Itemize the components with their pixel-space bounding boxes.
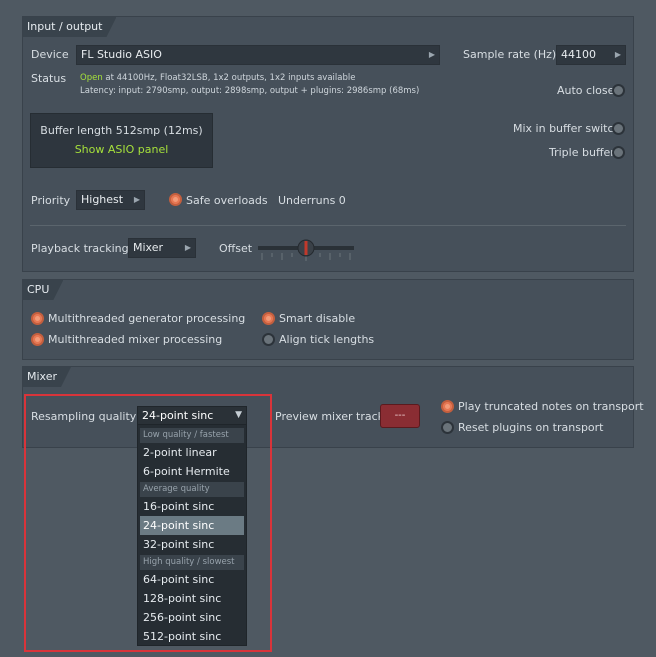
io-divider xyxy=(30,225,626,226)
sample-rate-value: 44100 xyxy=(561,48,596,61)
device-value: FL Studio ASIO xyxy=(81,48,162,61)
chevron-right-icon: ▶ xyxy=(184,243,191,252)
playback-tracking-value: Mixer xyxy=(133,241,164,254)
sample-rate-label: Sample rate (Hz) xyxy=(463,48,557,61)
preview-mixer-track-label: Preview mixer track xyxy=(275,410,385,423)
chevron-right-icon: ▶ xyxy=(428,50,435,59)
status-open: Open xyxy=(80,73,103,83)
status-line-1: Open at 44100Hz, Float32LSB, 1x2 outputs… xyxy=(80,73,355,83)
section-title-mixer: Mixer xyxy=(23,367,71,387)
mt-generator-label: Multithreaded generator processing xyxy=(48,312,246,325)
reset-plugins-label: Reset plugins on transport xyxy=(458,421,604,434)
asio-button-panel[interactable]: Buffer length 512smp (12ms) Show ASIO pa… xyxy=(30,113,213,168)
sample-rate-select[interactable]: 44100 ▶ xyxy=(556,45,626,65)
show-asio-panel-button[interactable]: Show ASIO panel xyxy=(31,143,212,156)
mix-in-buffer-label: Mix in buffer switch xyxy=(513,122,621,135)
offset-label: Offset xyxy=(219,242,253,255)
auto-close-label: Auto close xyxy=(557,84,615,97)
mix-in-buffer-radio[interactable] xyxy=(612,122,625,135)
play-truncated-radio[interactable] xyxy=(441,400,454,413)
smart-disable-label: Smart disable xyxy=(279,312,356,325)
play-truncated-label: Play truncated notes on transport xyxy=(458,400,644,413)
priority-value: Highest xyxy=(81,193,124,206)
preview-mixer-track-button[interactable]: --- xyxy=(380,404,420,428)
mt-mixer-label: Multithreaded mixer processing xyxy=(48,333,223,346)
device-select[interactable]: FL Studio ASIO ▶ xyxy=(76,45,440,65)
underruns-label: Underruns 0 xyxy=(278,194,346,207)
status-line-2: Latency: input: 2790smp, output: 2898smp… xyxy=(80,86,420,96)
safe-overloads-radio[interactable] xyxy=(169,193,182,206)
playback-tracking-select[interactable]: Mixer ▶ xyxy=(128,238,196,258)
align-tick-label: Align tick lengths xyxy=(279,333,375,346)
triple-buffer-radio[interactable] xyxy=(612,146,625,159)
playback-tracking-label: Playback tracking xyxy=(31,242,129,255)
priority-label: Priority xyxy=(31,194,71,207)
chevron-right-icon: ▶ xyxy=(614,50,621,59)
status-label: Status xyxy=(31,72,67,85)
section-title-cpu: CPU xyxy=(23,280,63,300)
smart-disable-radio[interactable] xyxy=(262,312,275,325)
align-tick-radio[interactable] xyxy=(262,333,275,346)
reset-plugins-radio[interactable] xyxy=(441,421,454,434)
offset-slider[interactable] xyxy=(258,236,354,264)
auto-close-radio[interactable] xyxy=(612,84,625,97)
device-label: Device xyxy=(31,48,69,61)
triple-buffer-label: Triple buffer xyxy=(549,146,615,159)
offset-slider-graphic xyxy=(258,239,354,261)
mt-mixer-radio[interactable] xyxy=(31,333,44,346)
mt-generator-radio[interactable] xyxy=(31,312,44,325)
safe-overloads-label: Safe overloads xyxy=(186,194,268,207)
chevron-right-icon: ▶ xyxy=(133,195,140,204)
priority-select[interactable]: Highest ▶ xyxy=(76,190,145,210)
preview-mixer-track-value: --- xyxy=(394,410,406,421)
buffer-length-label: Buffer length 512smp (12ms) xyxy=(40,124,203,137)
section-title-input-output: Input / output xyxy=(23,17,116,37)
highlight-box xyxy=(24,394,272,652)
status-details: at 44100Hz, Float32LSB, 1x2 outputs, 1x2… xyxy=(105,73,356,83)
